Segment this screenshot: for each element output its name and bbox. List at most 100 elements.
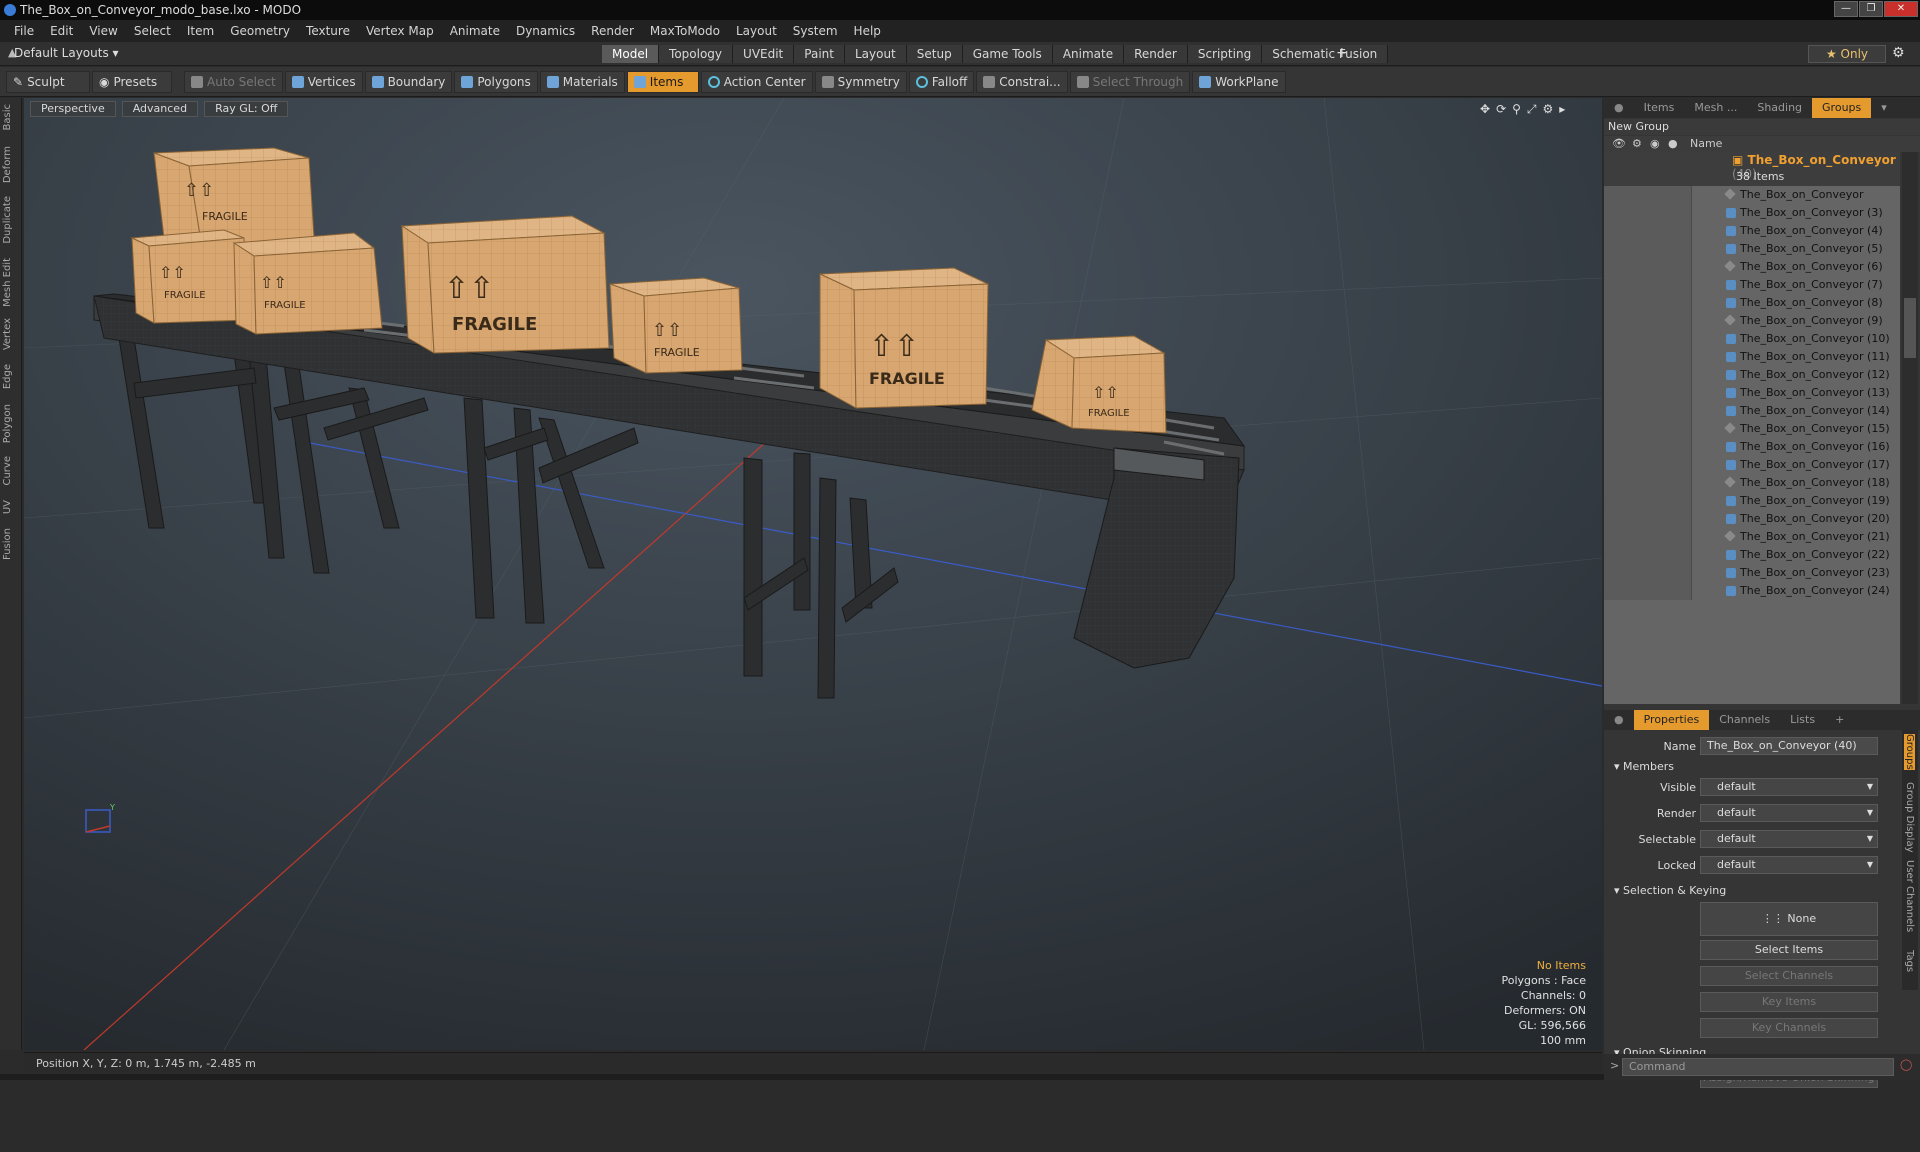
symmetry-button[interactable]: Symmetry: [814, 70, 907, 93]
menu-layout[interactable]: Layout: [728, 24, 785, 38]
action-center-button[interactable]: Action Center: [700, 70, 813, 93]
list-item[interactable]: The_Box_on_Conveyor (5): [1604, 240, 1900, 258]
menu-system[interactable]: System: [785, 24, 846, 38]
select-through-button[interactable]: Select Through: [1069, 70, 1191, 93]
list-item[interactable]: The_Box_on_Conveyor (6): [1604, 258, 1900, 276]
item-state-columns[interactable]: [1604, 222, 1692, 240]
none-button[interactable]: ⋮⋮ None: [1700, 902, 1878, 936]
new-group-button[interactable]: New Group: [1604, 119, 1920, 135]
left-tab-uv[interactable]: UV: [2, 500, 13, 514]
side-tab-groups[interactable]: Groups: [1904, 734, 1915, 770]
command-record-icon[interactable]: ◯: [1900, 1058, 1912, 1071]
items-button[interactable]: Items: [626, 70, 699, 93]
item-state-columns[interactable]: [1604, 276, 1692, 294]
render-dropdown[interactable]: default ▼: [1700, 804, 1878, 822]
tab-topology[interactable]: Topology: [659, 45, 734, 63]
tab-game-tools[interactable]: Game Tools: [962, 45, 1053, 63]
list-item[interactable]: The_Box_on_Conveyor (7): [1604, 276, 1900, 294]
item-state-columns[interactable]: [1604, 582, 1692, 600]
tab-channels[interactable]: Channels: [1709, 710, 1780, 730]
left-tab-curve[interactable]: Curve: [2, 456, 13, 486]
list-item[interactable]: The_Box_on_Conveyor (12): [1604, 366, 1900, 384]
tab-layout[interactable]: Layout: [844, 45, 907, 63]
tab-groups[interactable]: Groups: [1812, 98, 1872, 118]
left-tab-edge[interactable]: Edge: [2, 364, 13, 389]
left-tab-basic[interactable]: Basic: [2, 104, 13, 130]
item-state-columns[interactable]: [1604, 492, 1692, 510]
tab-paint[interactable]: Paint: [794, 45, 845, 63]
tab-properties[interactable]: Properties: [1633, 710, 1710, 730]
list-item[interactable]: The_Box_on_Conveyor (23): [1604, 564, 1900, 582]
menu-dynamics[interactable]: Dynamics: [508, 24, 583, 38]
item-state-columns[interactable]: [1604, 528, 1692, 546]
close-button[interactable]: ✕: [1884, 1, 1918, 17]
menu-render[interactable]: Render: [583, 24, 642, 38]
select-items-button[interactable]: Select Items: [1700, 940, 1878, 960]
item-state-columns[interactable]: [1604, 366, 1692, 384]
menu-edit[interactable]: Edit: [42, 24, 81, 38]
materials-button[interactable]: Materials: [539, 70, 625, 93]
select-column-icon[interactable]: ◉: [1650, 136, 1660, 152]
item-state-columns[interactable]: [1604, 348, 1692, 366]
key-items-button[interactable]: Key Items: [1700, 992, 1878, 1012]
item-state-columns[interactable]: [1604, 204, 1692, 222]
item-state-columns[interactable]: [1604, 240, 1692, 258]
side-tab-tags[interactable]: Tags: [1904, 950, 1915, 972]
group-list-scrollbar[interactable]: [1902, 152, 1918, 704]
add-properties-tab-icon[interactable]: +: [1825, 710, 1854, 730]
side-tab-group-display[interactable]: Group Display: [1904, 782, 1915, 852]
item-state-columns[interactable]: [1604, 438, 1692, 456]
item-state-columns[interactable]: [1604, 186, 1692, 204]
list-item[interactable]: The_Box_on_Conveyor (16): [1604, 438, 1900, 456]
members-section[interactable]: ▾ Members: [1614, 760, 1674, 773]
left-tab-vertex[interactable]: Vertex: [2, 318, 13, 350]
list-item[interactable]: The_Box_on_Conveyor (17): [1604, 456, 1900, 474]
tab-setup[interactable]: Setup: [906, 45, 963, 63]
list-item[interactable]: The_Box_on_Conveyor: [1604, 186, 1900, 204]
selection-keying-section[interactable]: ▾ Selection & Keying: [1614, 884, 1726, 897]
auto-select-button[interactable]: Auto Select: [184, 70, 283, 93]
add-tab-icon[interactable]: +: [1336, 45, 1348, 61]
menu-help[interactable]: Help: [846, 24, 889, 38]
menu-view[interactable]: View: [81, 24, 125, 38]
menu-file[interactable]: File: [6, 24, 42, 38]
list-item[interactable]: The_Box_on_Conveyor (24): [1604, 582, 1900, 600]
tab-shading[interactable]: Shading: [1747, 98, 1812, 118]
boundary-button[interactable]: Boundary: [364, 70, 453, 93]
key-channels-button[interactable]: Key Channels: [1700, 1018, 1878, 1038]
minimize-button[interactable]: —: [1834, 1, 1858, 17]
menu-animate[interactable]: Animate: [442, 24, 508, 38]
view-mode-dropdown[interactable]: Perspective: [30, 101, 116, 117]
left-tab-duplicate[interactable]: Duplicate: [2, 196, 13, 244]
menu-select[interactable]: Select: [126, 24, 179, 38]
3d-viewport[interactable]: ⇧⇧ FRAGILE ⇧⇧ FRAGILE ⇧⇧ FRAGILE ⇧⇧ FRAG…: [24, 98, 1602, 1050]
zoom-icon[interactable]: ⚲: [1512, 102, 1521, 117]
list-item[interactable]: The_Box_on_Conveyor (11): [1604, 348, 1900, 366]
item-state-columns[interactable]: [1604, 546, 1692, 564]
group-row[interactable]: ▣ The_Box_on_Conveyor (40) 38 Items: [1604, 152, 1900, 186]
list-item[interactable]: The_Box_on_Conveyor (20): [1604, 510, 1900, 528]
render-column-icon[interactable]: ⚙: [1632, 136, 1642, 152]
command-input[interactable]: Command: [1622, 1058, 1894, 1076]
menu-geometry[interactable]: Geometry: [222, 24, 298, 38]
tab-mesh[interactable]: Mesh ...: [1684, 98, 1747, 118]
tab-render[interactable]: Render: [1124, 45, 1188, 63]
constraints-button[interactable]: Constrai...: [976, 70, 1068, 93]
tab-animate[interactable]: Animate: [1052, 45, 1125, 63]
side-tab-user-channels[interactable]: User Channels: [1904, 860, 1915, 932]
menu-vertex-map[interactable]: Vertex Map: [358, 24, 442, 38]
list-item[interactable]: The_Box_on_Conveyor (9): [1604, 312, 1900, 330]
menu-maxtomodo[interactable]: MaxToModo: [642, 24, 728, 38]
item-state-columns[interactable]: [1604, 384, 1692, 402]
locked-dropdown[interactable]: default ▼: [1700, 856, 1878, 874]
left-tab-polygon[interactable]: Polygon: [2, 404, 13, 443]
visibility-column-icon[interactable]: 👁: [1612, 136, 1626, 152]
item-state-columns[interactable]: [1604, 510, 1692, 528]
select-channels-button[interactable]: Select Channels: [1700, 966, 1878, 986]
item-state-columns[interactable]: [1604, 402, 1692, 420]
pan-icon[interactable]: ✥: [1480, 102, 1490, 117]
fit-icon[interactable]: ⤢: [1527, 102, 1537, 117]
visible-dropdown[interactable]: default ▼: [1700, 778, 1878, 796]
list-item[interactable]: The_Box_on_Conveyor (19): [1604, 492, 1900, 510]
item-state-columns[interactable]: [1604, 474, 1692, 492]
